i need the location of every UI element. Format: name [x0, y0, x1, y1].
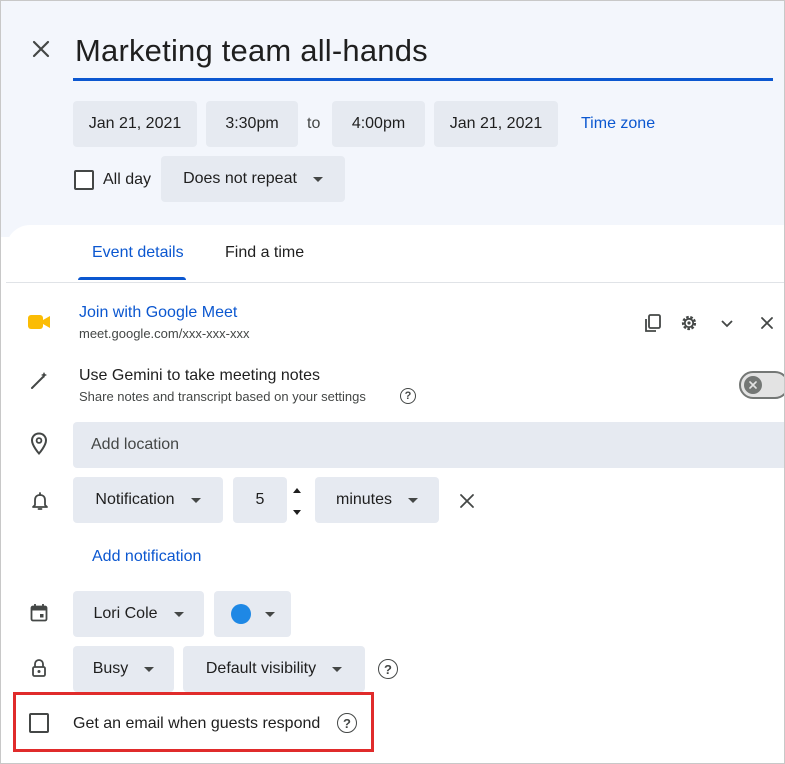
availability-dropdown[interactable]: Busy: [73, 646, 174, 692]
toggle-off-icon: [744, 376, 762, 394]
visibility-value: Default visibility: [205, 660, 317, 677]
remove-notification-close-icon[interactable]: [455, 489, 479, 513]
repeat-dropdown[interactable]: Does not repeat: [161, 156, 345, 202]
tab-find-a-time[interactable]: Find a time: [225, 244, 304, 262]
location-input[interactable]: Add location: [73, 422, 784, 468]
all-day-label: All day: [103, 171, 152, 188]
location-placeholder: Add location: [91, 436, 180, 453]
meet-url: meet.google.com/xxx-xxx-xxx: [79, 326, 250, 341]
start-time-button[interactable]: 3:30pm: [206, 101, 298, 147]
active-tab-indicator: [78, 277, 186, 280]
event-color-swatch: [230, 604, 251, 624]
close-button[interactable]: [27, 35, 55, 63]
gemini-notes-title: Use Gemini to take meeting notes: [79, 367, 321, 384]
chevron-down-icon: [332, 666, 343, 672]
end-time-label: 4:00pm: [351, 115, 406, 132]
copy-icon[interactable]: [641, 311, 665, 335]
google-meet-icon: [27, 311, 51, 333]
notification-type-value: Notification: [95, 491, 175, 508]
decrement-arrow-icon[interactable]: [289, 505, 305, 519]
highlight-box: [13, 692, 374, 752]
to-label: to: [307, 115, 321, 132]
notification-unit-dropdown[interactable]: minutes: [315, 477, 439, 523]
gemini-notes-toggle[interactable]: [739, 371, 784, 399]
add-notification-link[interactable]: Add notification: [92, 548, 201, 566]
join-google-meet-link[interactable]: Join with Google Meet: [79, 304, 237, 322]
tab-divider: [6, 282, 784, 283]
start-time-label: 3:30pm: [225, 115, 279, 132]
tab-event-details[interactable]: Event details: [92, 244, 184, 262]
calendar-owner-value: Lori Cole: [93, 605, 158, 622]
chevron-down-icon[interactable]: [715, 311, 739, 335]
availability-value: Busy: [92, 660, 129, 677]
start-date-button[interactable]: Jan 21, 2021: [73, 101, 197, 147]
chevron-down-icon: [312, 176, 323, 182]
lock-icon: [29, 657, 49, 679]
close-icon: [32, 40, 50, 58]
help-icon[interactable]: ?: [400, 388, 416, 404]
remove-meet-close-icon[interactable]: [755, 311, 779, 335]
event-color-dropdown[interactable]: [214, 591, 291, 637]
all-day-checkbox[interactable]: [74, 170, 94, 190]
chevron-down-icon: [173, 611, 184, 617]
notification-amount-value: 5: [255, 491, 265, 508]
end-date-button[interactable]: Jan 21, 2021: [434, 101, 558, 147]
chevron-down-icon: [264, 611, 275, 617]
event-title: Marketing team all-hands: [75, 33, 428, 68]
repeat-value: Does not repeat: [183, 170, 297, 187]
calendar-icon: [28, 602, 50, 624]
notification-type-dropdown[interactable]: Notification: [73, 477, 223, 523]
end-time-button[interactable]: 4:00pm: [332, 101, 425, 147]
help-icon[interactable]: ?: [378, 659, 398, 679]
calendar-owner-dropdown[interactable]: Lori Cole: [73, 591, 204, 637]
gemini-notes-subtitle: Share notes and transcript based on your…: [79, 389, 366, 404]
location-pin-icon: [27, 431, 51, 457]
bell-icon: [29, 489, 51, 513]
event-editor: Marketing team all-hands Jan 21, 2021 3:…: [0, 0, 785, 764]
time-zone-link[interactable]: Time zone: [581, 115, 655, 133]
chevron-down-icon: [408, 497, 419, 503]
start-date-label: Jan 21, 2021: [88, 115, 182, 132]
increment-arrow-icon[interactable]: [289, 483, 305, 497]
chevron-down-icon: [144, 666, 155, 672]
notification-amount-input[interactable]: 5: [233, 477, 287, 523]
gear-icon[interactable]: [677, 311, 701, 335]
notification-unit-value: minutes: [335, 491, 393, 508]
visibility-dropdown[interactable]: Default visibility: [183, 646, 365, 692]
event-title-field[interactable]: Marketing team all-hands: [73, 27, 773, 81]
chevron-down-icon: [190, 497, 201, 503]
end-date-label: Jan 21, 2021: [449, 115, 543, 132]
magic-pen-icon: [27, 369, 51, 393]
